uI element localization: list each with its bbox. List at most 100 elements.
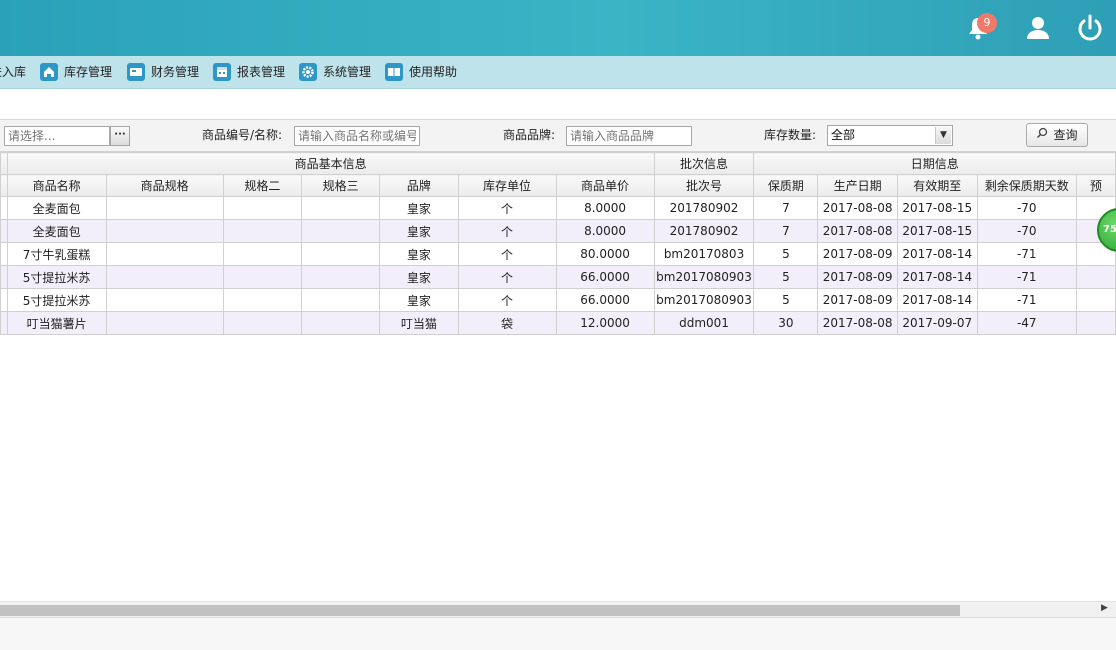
column-header[interactable]: 库存单位 xyxy=(457,174,557,197)
table-cell: 2017-08-08 xyxy=(817,219,898,243)
menu-item-help[interactable]: 使用帮助 xyxy=(385,56,457,89)
menu-item-reports[interactable]: 报表管理 xyxy=(213,56,285,89)
menu-item-inventory[interactable]: 库存管理 xyxy=(40,56,112,89)
scrollbar-thumb[interactable] xyxy=(0,605,960,616)
table-cell xyxy=(105,242,224,266)
table-cell: 个 xyxy=(457,219,557,243)
query-button[interactable]: 查询 xyxy=(1026,123,1088,147)
notification-badge: 9 xyxy=(977,13,997,33)
column-header[interactable]: 品牌 xyxy=(379,174,459,197)
table-cell: 2017-08-14 xyxy=(896,288,978,312)
menu-item-inbound[interactable]: 进入库 xyxy=(0,56,26,89)
table-cell: 201780902 xyxy=(653,196,755,220)
table-body: 全麦面包 皇家个 8.0000 201780902 7 2017-08-08 2017-08… xyxy=(0,196,1116,335)
chevron-down-icon: ▼ xyxy=(935,127,951,144)
brand-input[interactable] xyxy=(566,126,692,146)
code-name-input[interactable] xyxy=(294,126,420,146)
column-header[interactable]: 有效期至 xyxy=(896,174,978,197)
table-cell xyxy=(300,265,381,289)
table-cell xyxy=(0,311,8,335)
table-cell xyxy=(0,219,8,243)
menu-item-finance[interactable]: 财务管理 xyxy=(127,56,199,89)
menu-item-label: 系统管理 xyxy=(323,65,372,79)
table-cell: 8.0000 xyxy=(555,219,655,243)
main-menu: 进入库 库存管理 财务管理 报表管理 系统管理 使用帮助 xyxy=(0,56,1116,89)
column-header[interactable]: 保质期 xyxy=(753,174,819,197)
table-cell: 2017-08-14 xyxy=(896,265,978,289)
group-header-row: 商品基本信息 批次信息 日期信息 xyxy=(0,152,1116,175)
table-cell xyxy=(0,196,8,220)
table-cell: 2017-08-14 xyxy=(896,242,978,266)
table-cell xyxy=(222,219,302,243)
group-header-basic: 商品基本信息 xyxy=(6,152,655,175)
column-header[interactable]: 商品规格 xyxy=(105,174,224,197)
table-cell: 2017-09-07 xyxy=(896,311,978,335)
gear-icon xyxy=(299,62,317,81)
table-row[interactable]: 叮当猫薯片 叮当猫袋 12.0000 ddm001 30 2017-08-08 2017-0… xyxy=(0,311,1116,335)
column-header[interactable]: 批次号 xyxy=(653,174,755,197)
column-header[interactable]: 规格二 xyxy=(222,174,302,197)
table-cell: 全麦面包 xyxy=(6,219,107,243)
table-cell xyxy=(300,288,381,312)
table-cell: 5寸提拉米苏 xyxy=(6,288,107,312)
card-icon xyxy=(127,62,145,81)
table-cell: 个 xyxy=(457,242,557,266)
table-cell: 66.0000 xyxy=(555,288,655,312)
more-button[interactable]: ··· xyxy=(110,126,130,146)
power-icon[interactable] xyxy=(1074,12,1106,44)
table-row[interactable]: 全麦面包 皇家个 8.0000 201780902 7 2017-08-08 2017-08… xyxy=(0,196,1116,220)
menu-item-label: 财务管理 xyxy=(151,65,200,79)
table-cell: bm2017080903 xyxy=(653,288,755,312)
table-cell: 叮当猫薯片 xyxy=(6,311,107,335)
column-header[interactable]: 生产日期 xyxy=(817,174,898,197)
table-row[interactable]: 5寸提拉米苏 皇家个 66.0000 bm2017080903 5 2017-08-09 2… xyxy=(0,265,1116,289)
table-cell: 个 xyxy=(457,265,557,289)
table-cell: 7 xyxy=(753,219,819,243)
horizontal-scrollbar[interactable]: ▶ xyxy=(0,601,1116,617)
column-header[interactable]: 商品单价 xyxy=(555,174,655,197)
table-cell: 2017-08-09 xyxy=(817,265,898,289)
user-icon[interactable] xyxy=(1022,12,1054,44)
home-icon xyxy=(40,62,58,81)
table-cell xyxy=(105,219,224,243)
table-cell: 5 xyxy=(753,265,819,289)
table-cell xyxy=(1075,265,1116,289)
selector-input[interactable] xyxy=(4,126,110,146)
column-header[interactable]: 预 xyxy=(1075,174,1116,197)
table-cell: 7 xyxy=(753,196,819,220)
table-row[interactable]: 7寸牛乳蛋糕 皇家个 80.0000 bm20170803 5 2017-08-09 201… xyxy=(0,242,1116,266)
table-cell: 2017-08-09 xyxy=(817,288,898,312)
table-cell: -71 xyxy=(976,242,1077,266)
top-header: 9 xyxy=(0,0,1116,56)
column-header[interactable]: 商品名称 xyxy=(6,174,107,197)
column-header[interactable]: 剩余保质期天数 xyxy=(976,174,1077,197)
column-header[interactable]: 规格三 xyxy=(300,174,381,197)
stock-select-value: 全部 xyxy=(831,128,856,142)
table-row[interactable]: 5寸提拉米苏 皇家个 66.0000 bm2017080903 5 2017-08-09 2… xyxy=(0,288,1116,312)
table-cell: 叮当猫 xyxy=(379,311,459,335)
table-cell: 个 xyxy=(457,196,557,220)
table-cell: -47 xyxy=(976,311,1077,335)
table-cell xyxy=(0,288,8,312)
code-name-label: 商品编号/名称: xyxy=(202,128,283,142)
table-cell xyxy=(1075,311,1116,335)
stock-select[interactable]: 全部 ▼ xyxy=(827,125,953,146)
query-label: 查询 xyxy=(1053,128,1078,142)
table-cell xyxy=(105,196,224,220)
table-cell: 皇家 xyxy=(379,219,459,243)
table-cell: 5 xyxy=(753,242,819,266)
table-cell: 2017-08-08 xyxy=(817,311,898,335)
table-row[interactable]: 全麦面包 皇家个 8.0000 201780902 7 2017-08-08 2017-08… xyxy=(0,219,1116,243)
scroll-right-icon[interactable]: ▶ xyxy=(1101,603,1108,613)
table-cell: -71 xyxy=(976,288,1077,312)
filter-bar: ··· 商品编号/名称: 商品品牌: 库存数量: 全部 ▼ 查询 xyxy=(0,120,1116,152)
table-cell xyxy=(222,265,302,289)
table-cell xyxy=(0,242,8,266)
menu-item-label: 报表管理 xyxy=(237,65,286,79)
column-header[interactable] xyxy=(0,174,8,197)
table-cell: 7寸牛乳蛋糕 xyxy=(6,242,107,266)
table-cell: 2017-08-09 xyxy=(817,242,898,266)
menu-item-system[interactable]: 系统管理 xyxy=(299,56,371,89)
table-cell: 皇家 xyxy=(379,265,459,289)
table-cell: bm2017080903 xyxy=(653,265,755,289)
